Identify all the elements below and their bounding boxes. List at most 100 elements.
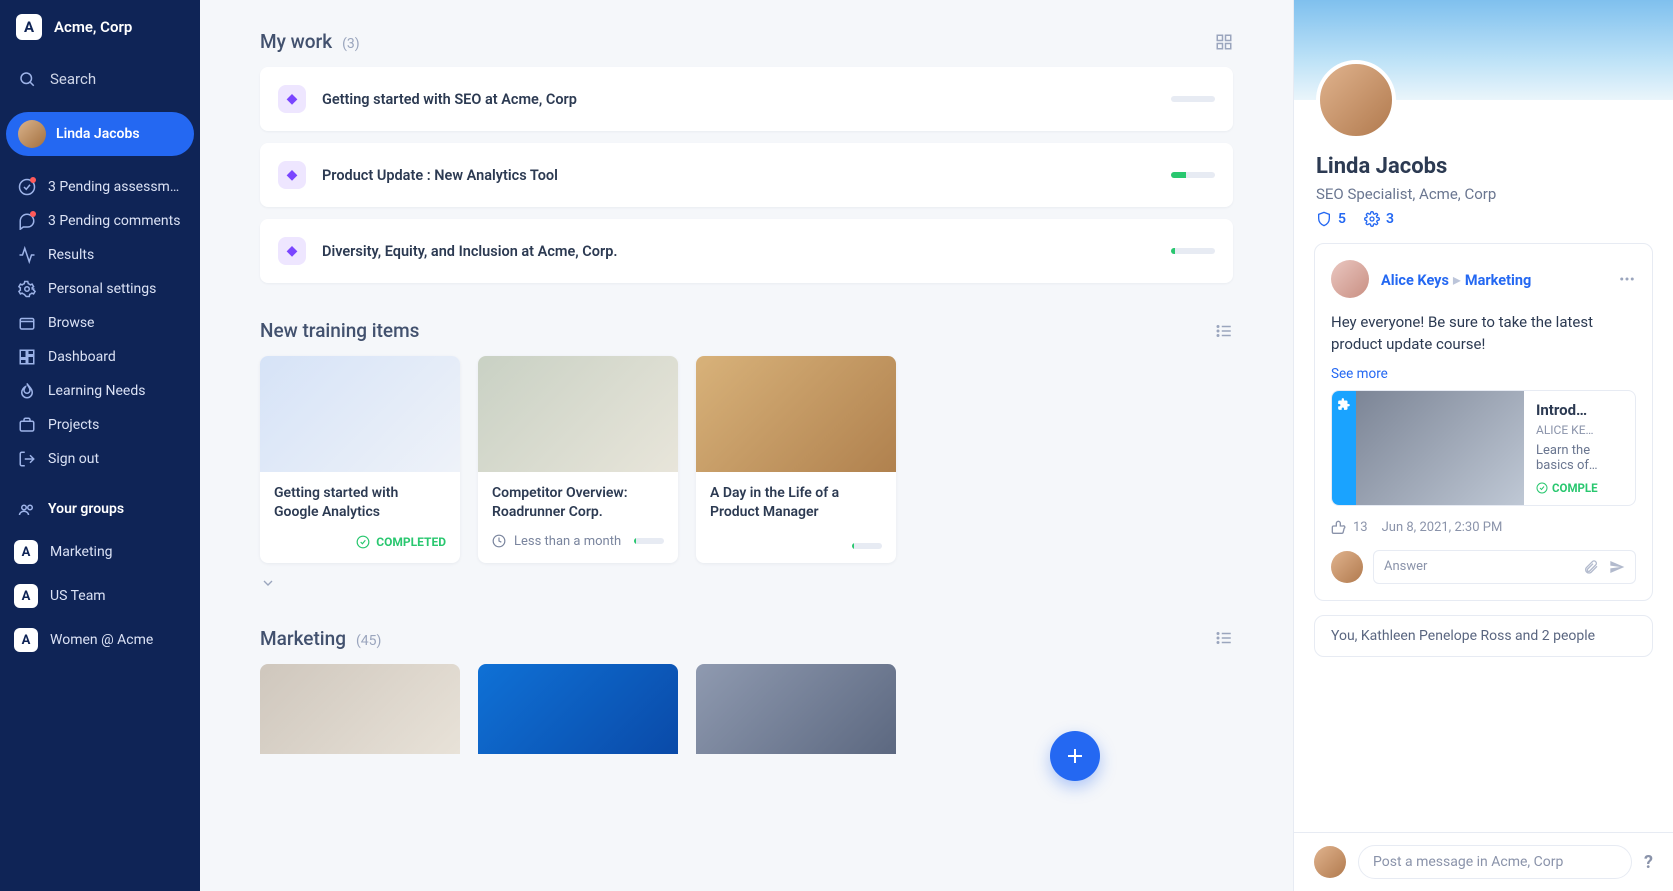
list-view-toggle-2[interactable] <box>1215 629 1233 647</box>
my-work-count: (3) <box>342 36 360 52</box>
more-icon <box>1618 270 1636 288</box>
sidebar-item-label: Personal settings <box>48 281 156 297</box>
answer-input[interactable]: Answer <box>1373 550 1636 584</box>
profile-avatar[interactable] <box>1316 60 1396 140</box>
folder-icon <box>18 314 36 332</box>
training-card[interactable]: Competitor Overview: Roadrunner Corp.Les… <box>478 356 678 563</box>
groups-header-label: Your groups <box>48 501 124 517</box>
clock-icon <box>492 534 506 548</box>
paperclip-icon[interactable] <box>1583 559 1599 575</box>
send-icon[interactable] <box>1609 559 1625 575</box>
group-item[interactable]: A US Team <box>0 574 200 618</box>
post-attachment[interactable]: Introd… ALICE KE… Learn the basics of… C… <box>1331 390 1636 506</box>
list-view-toggle[interactable] <box>1215 322 1233 340</box>
marketing-card[interactable] <box>260 664 460 754</box>
list-icon <box>1215 322 1233 340</box>
sidebar-item-label: 3 Pending assessme… <box>48 179 182 195</box>
post-author-avatar[interactable] <box>1331 260 1369 298</box>
avatar <box>18 120 46 148</box>
group-logo: A <box>14 540 38 564</box>
sidebar-item[interactable]: Browse <box>0 306 200 340</box>
sidebar-item[interactable]: Learning Needs <box>0 374 200 408</box>
attachment-description: Learn the basics of… <box>1536 443 1623 473</box>
sidebar-item-label: Dashboard <box>48 349 116 365</box>
groups-icon <box>18 500 36 518</box>
brand[interactable]: A Acme, Corp <box>0 0 200 54</box>
progress-bar <box>1171 248 1215 254</box>
sidebar-item[interactable]: Projects <box>0 408 200 442</box>
thumbs-up-icon <box>1331 520 1347 536</box>
sidebar-item[interactable]: Personal settings <box>0 272 200 306</box>
marketing-count: (45) <box>356 633 381 649</box>
answer-avatar <box>1331 551 1363 583</box>
sidebar-item[interactable]: Dashboard <box>0 340 200 374</box>
shield-badge[interactable]: 5 <box>1316 211 1346 227</box>
training-title: New training items <box>260 319 419 342</box>
see-more-link[interactable]: See more <box>1331 366 1388 382</box>
card-title: Competitor Overview: Roadrunner Corp. <box>492 484 664 522</box>
profile-role: SEO Specialist, Acme, Corp <box>1316 185 1651 203</box>
answer-placeholder: Answer <box>1384 559 1427 574</box>
card-title: A Day in the Life of a Product Manager <box>710 484 882 522</box>
composer-avatar <box>1314 846 1346 878</box>
search-icon <box>18 70 36 88</box>
group-name: US Team <box>50 588 106 604</box>
marketing-card[interactable] <box>696 664 896 754</box>
progress-bar <box>852 543 882 549</box>
feed-post: Alice Keys ▸ Marketing Hey everyone! Be … <box>1314 243 1653 601</box>
gear-icon <box>18 280 36 298</box>
gear-count: 3 <box>1386 211 1394 227</box>
grid-view-toggle[interactable] <box>1215 33 1233 51</box>
chevron-right-icon: ▸ <box>1453 270 1465 289</box>
post-group[interactable]: Marketing <box>1465 272 1531 289</box>
add-button[interactable] <box>1050 731 1100 781</box>
composer-input[interactable]: Post a message in Acme, Corp <box>1358 845 1632 879</box>
like-button[interactable]: 13 <box>1331 520 1368 536</box>
training-card[interactable]: A Day in the Life of a Product Manager <box>696 356 896 563</box>
group-logo: A <box>14 584 38 608</box>
current-user-name: Linda Jacobs <box>56 126 140 142</box>
post-body: Hey everyone! Be sure to take the latest… <box>1331 312 1636 356</box>
sidebar-item[interactable]: 3 Pending assessme… <box>0 170 200 204</box>
signout-icon <box>18 450 36 468</box>
shield-count: 5 <box>1338 211 1346 227</box>
post-author[interactable]: Alice Keys <box>1381 272 1449 289</box>
sidebar-item[interactable]: 3 Pending comments <box>0 204 200 238</box>
progress-bar <box>634 538 664 544</box>
work-item-title: Getting started with SEO at Acme, Corp <box>322 91 1155 108</box>
flame-icon <box>18 382 36 400</box>
shield-icon <box>1316 211 1332 227</box>
search-row[interactable]: Search <box>0 54 200 106</box>
card-thumbnail <box>696 356 896 472</box>
profile-name: Linda Jacobs <box>1316 154 1651 179</box>
work-item[interactable]: ◆Product Update : New Analytics Tool <box>260 143 1233 207</box>
groups-header: Your groups <box>0 476 200 530</box>
attachment-title: Introd… <box>1536 401 1623 419</box>
check-circle-icon <box>356 535 370 549</box>
post-menu[interactable] <box>1618 270 1636 288</box>
gear-badge[interactable]: 3 <box>1364 211 1394 227</box>
profile-panel: Linda Jacobs SEO Specialist, Acme, Corp … <box>1293 0 1673 891</box>
likers-summary[interactable]: You, Kathleen Penelope Ross and 2 people <box>1314 615 1653 657</box>
activity-icon <box>18 246 36 264</box>
status-badge: COMPLETED <box>356 535 446 549</box>
sidebar-item[interactable]: Results <box>0 238 200 272</box>
sidebar-item[interactable]: Sign out <box>0 442 200 476</box>
attachment-thumbnail <box>1356 391 1524 505</box>
puzzle-icon <box>1337 397 1351 411</box>
current-user-pill[interactable]: Linda Jacobs <box>6 112 194 156</box>
expand-training[interactable] <box>260 575 1233 591</box>
list-icon <box>1215 629 1233 647</box>
group-item[interactable]: AWomen @ Acme <box>0 618 200 662</box>
card-title: Getting started with Google Analytics <box>274 484 446 522</box>
help-button[interactable]: ? <box>1644 852 1653 873</box>
card-thumbnail <box>260 356 460 472</box>
gear-icon <box>1364 211 1380 227</box>
group-item[interactable]: AMarketing <box>0 530 200 574</box>
work-item[interactable]: ◆Diversity, Equity, and Inclusion at Acm… <box>260 219 1233 283</box>
marketing-card[interactable] <box>478 664 678 754</box>
group-logo: A <box>14 628 38 652</box>
work-item[interactable]: ◆Getting started with SEO at Acme, Corp <box>260 67 1233 131</box>
training-card[interactable]: Getting started with Google Analytics COM… <box>260 356 460 563</box>
sidebar-item-label: Browse <box>48 315 94 331</box>
